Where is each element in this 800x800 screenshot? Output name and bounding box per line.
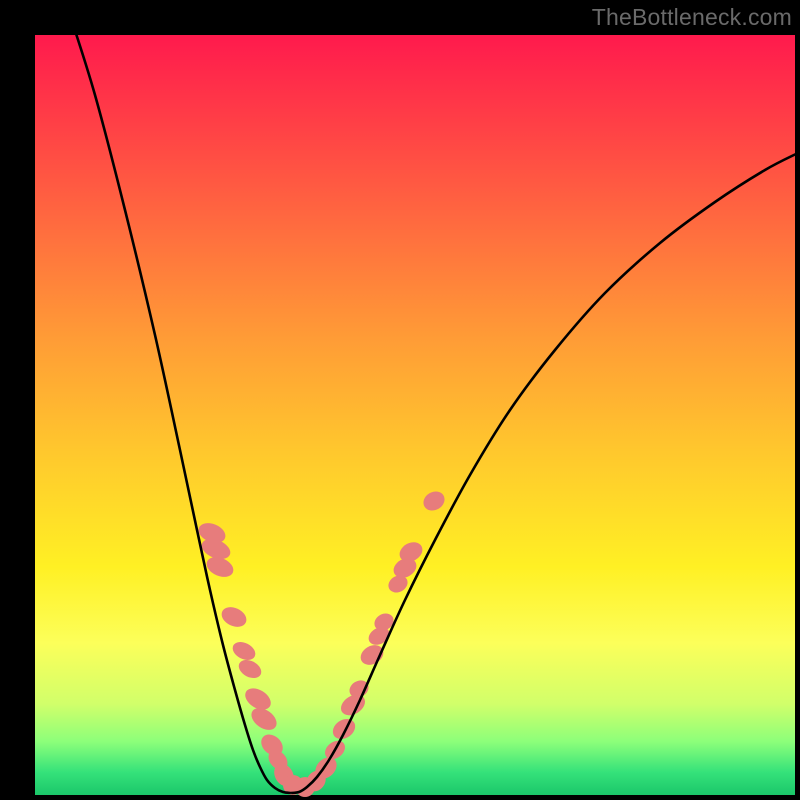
bead bbox=[329, 715, 359, 743]
plot-area bbox=[35, 35, 795, 795]
bead bbox=[420, 488, 448, 515]
bead bbox=[357, 641, 387, 669]
chart-frame: TheBottleneck.com bbox=[0, 0, 800, 800]
chart-svg bbox=[35, 35, 795, 795]
bead bbox=[236, 656, 265, 681]
bead bbox=[218, 603, 249, 630]
bead bbox=[230, 638, 259, 663]
beads-group bbox=[196, 488, 448, 797]
right-curve bbox=[291, 153, 798, 793]
watermark-text: TheBottleneck.com bbox=[592, 4, 792, 31]
